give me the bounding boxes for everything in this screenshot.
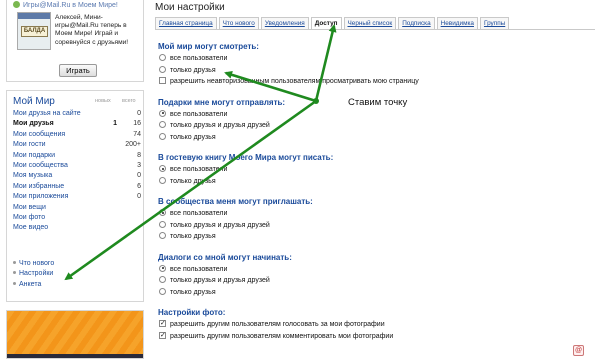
annotation-arrows (64, 24, 337, 281)
arrow-to-tab (314, 24, 337, 102)
help-icon[interactable]: @ (573, 345, 584, 356)
arrow-to-settings (64, 99, 317, 281)
arrow-to-option (224, 70, 317, 103)
arrow-origin-dot (313, 98, 319, 104)
